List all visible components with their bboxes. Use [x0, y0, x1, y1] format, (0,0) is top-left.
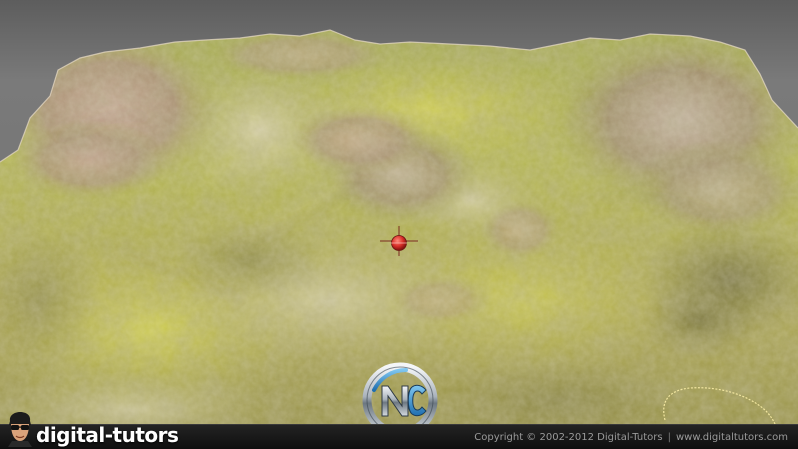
brand-name: digital-tutors	[36, 423, 179, 447]
copyright-text: Copyright © 2002-2012 Digital-Tutors | www…	[474, 431, 788, 445]
viewport-canvas[interactable]: Copyright © 2002-2012 Digital-Tutors | www…	[0, 0, 798, 449]
brand-logo[interactable]: digital-tutors	[6, 407, 179, 447]
website-link[interactable]: www.digitaltutors.com	[676, 432, 788, 443]
watermark-letters	[381, 384, 427, 417]
copyright-separator: |	[667, 432, 671, 443]
copyright-notice: Copyright © 2002-2012 Digital-Tutors	[474, 432, 663, 443]
mascot-face-icon	[8, 412, 32, 447]
